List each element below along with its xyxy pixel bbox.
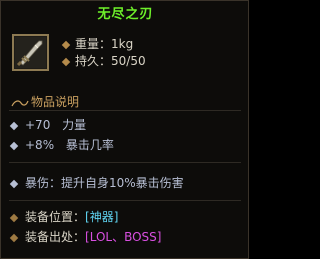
- equip-source-value: [LOL、BOSS]: [85, 230, 162, 244]
- stat-name: 力量: [62, 118, 87, 132]
- equip-source-row: 装备出处：[LOL、BOSS]: [25, 228, 161, 245]
- sword-icon: [15, 37, 46, 68]
- equip-slot-label: 装备位置：: [25, 210, 86, 224]
- scroll-ornament-icon: [11, 100, 29, 107]
- divider: [9, 200, 241, 201]
- durability-value: 50/50: [111, 54, 146, 68]
- description-header-label: 物品说明: [31, 95, 80, 109]
- durability-label: 持久：: [75, 54, 112, 68]
- description-header: 物品说明: [11, 93, 79, 110]
- weight-label: 重量：: [75, 37, 112, 51]
- bullet-icon: [9, 213, 19, 223]
- stat-name: 暴击几率: [65, 138, 114, 152]
- stat-row: +70 力量: [25, 116, 86, 133]
- bullet-icon: [9, 141, 19, 151]
- divider: [9, 110, 241, 111]
- durability-row: 持久：50/50: [75, 52, 146, 69]
- bullet-icon: [9, 121, 19, 131]
- passive-text: 暴伤：提升自身10%暴击伤害: [25, 176, 184, 190]
- bullet-icon: [9, 179, 19, 189]
- item-icon-frame: [12, 34, 49, 71]
- equip-slot-row: 装备位置：[神器]: [25, 208, 118, 225]
- bullet-icon: [9, 233, 19, 243]
- stat-value: +70: [25, 118, 51, 132]
- bullet-icon: [61, 40, 71, 50]
- weight-value: 1kg: [111, 37, 134, 51]
- stat-row: +8% 暴击几率: [25, 136, 114, 153]
- equip-slot-value: [神器]: [85, 210, 119, 224]
- divider: [9, 162, 241, 163]
- item-name: 无尽之刃: [97, 7, 154, 22]
- equip-source-label: 装备出处：: [25, 230, 86, 244]
- item-tooltip: 无尽之刃 重量：1kg 持久：50/50 物品说明 +70 力量 +8% 暴击几…: [0, 0, 249, 259]
- stat-value: +8%: [25, 138, 55, 152]
- bullet-icon: [61, 57, 71, 67]
- weight-row: 重量：1kg: [75, 35, 133, 52]
